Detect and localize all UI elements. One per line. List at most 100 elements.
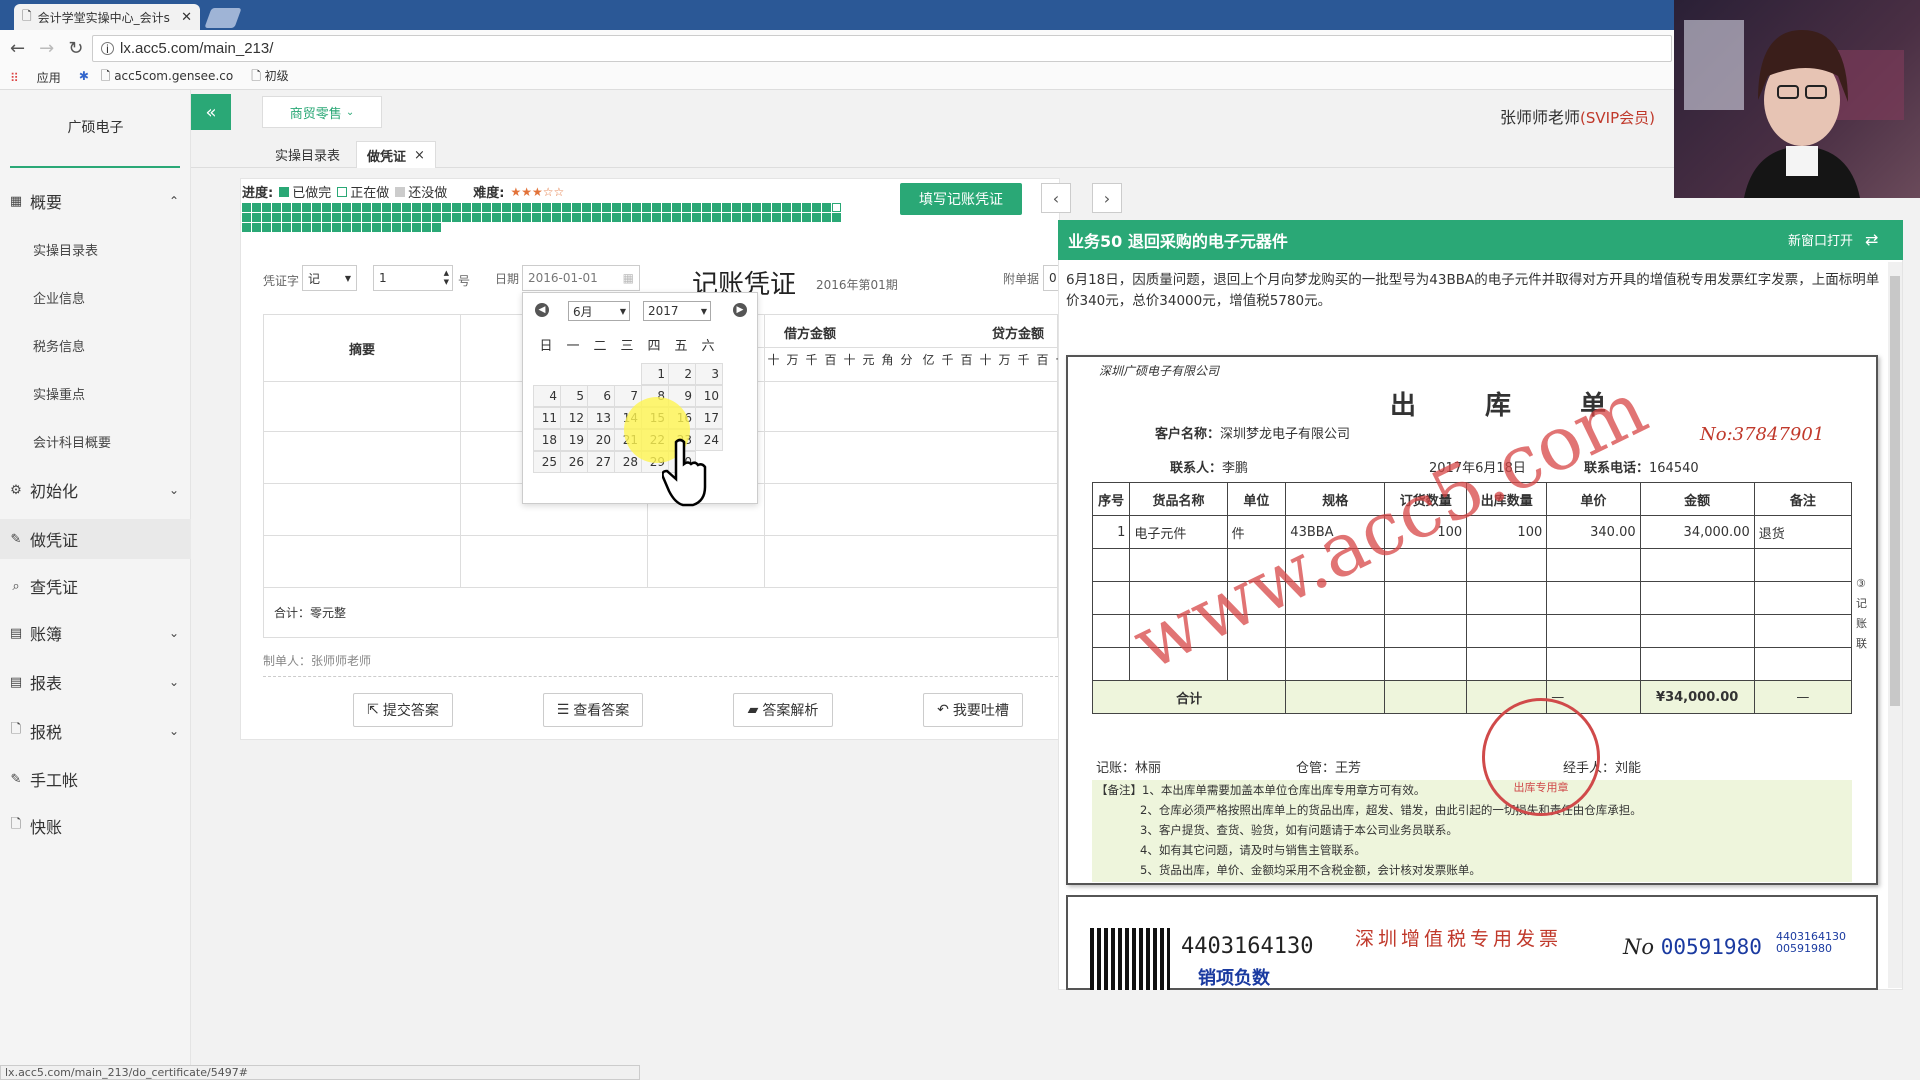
progress-cell[interactable] [322, 213, 331, 222]
back-icon[interactable]: ← [10, 38, 25, 59]
progress-cell[interactable] [832, 213, 841, 222]
sidebar-item-quick[interactable]: 🗋 快账 [0, 806, 191, 846]
progress-cell[interactable] [522, 213, 531, 222]
progress-cell[interactable] [322, 203, 331, 212]
progress-cell[interactable] [402, 213, 411, 222]
answer-analysis-button[interactable]: ▰ 答案解析 [733, 693, 833, 727]
progress-cell[interactable] [472, 203, 481, 212]
close-tab-icon[interactable]: ✕ [181, 10, 192, 25]
progress-cell[interactable] [432, 223, 441, 232]
progress-cell[interactable] [282, 213, 291, 222]
progress-cell[interactable] [512, 213, 521, 222]
progress-cell[interactable] [312, 213, 321, 222]
progress-cell[interactable] [632, 203, 641, 212]
progress-cell[interactable] [262, 223, 271, 232]
apps-icon[interactable]: ⠿ [10, 71, 19, 85]
progress-cell[interactable] [592, 203, 601, 212]
progress-cell[interactable] [622, 213, 631, 222]
sidebar-item-query-voucher[interactable]: ⌕ 查凭证 [0, 566, 191, 606]
date-picker[interactable]: ◀ 6月▼ 2017▼ ▶ 日一二三四五六1234567891011121314… [522, 292, 758, 504]
progress-cell[interactable] [722, 203, 731, 212]
calendar-day[interactable]: 11 [533, 407, 561, 429]
calendar-day[interactable]: 13 [587, 407, 615, 429]
progress-cell[interactable] [302, 203, 311, 212]
feedback-button[interactable]: ↶ 我要吐槽 [923, 693, 1023, 727]
calendar-day[interactable]: 17 [695, 407, 723, 429]
progress-cell[interactable] [252, 203, 261, 212]
progress-cell[interactable] [692, 213, 701, 222]
progress-cell[interactable] [552, 213, 561, 222]
progress-cell[interactable] [292, 213, 301, 222]
progress-cell[interactable] [482, 203, 491, 212]
progress-cell[interactable] [452, 203, 461, 212]
progress-cell[interactable] [302, 223, 311, 232]
calendar-day[interactable]: 6 [587, 385, 615, 407]
calendar-day[interactable]: 18 [533, 429, 561, 451]
progress-cell[interactable] [252, 223, 261, 232]
voucher-number-input[interactable]: 1 ▲ ▼ [373, 265, 453, 291]
progress-cell[interactable] [652, 213, 661, 222]
progress-cell[interactable] [282, 223, 291, 232]
next-task-button[interactable]: › [1092, 183, 1122, 213]
calendar-day[interactable]: 20 [587, 429, 615, 451]
progress-cell[interactable] [812, 213, 821, 222]
collapse-sidebar-button[interactable]: « [191, 94, 231, 130]
progress-cell[interactable] [282, 203, 291, 212]
prev-task-button[interactable]: ‹ [1041, 183, 1071, 213]
progress-cell[interactable] [332, 223, 341, 232]
close-tab-icon[interactable]: × [414, 148, 425, 163]
progress-cell[interactable] [352, 213, 361, 222]
progress-cell[interactable] [512, 203, 521, 212]
progress-cell[interactable] [662, 213, 671, 222]
sidebar-item-manual[interactable]: ✎ 手工帐 [0, 759, 191, 799]
progress-cell[interactable] [402, 203, 411, 212]
sidebar-sub-catalog[interactable]: 实操目录表 [33, 240, 98, 259]
progress-cell[interactable] [532, 203, 541, 212]
progress-cell[interactable] [802, 203, 811, 212]
progress-cell[interactable] [352, 203, 361, 212]
progress-cell[interactable] [352, 223, 361, 232]
progress-grid[interactable] [242, 203, 842, 241]
tab-make-voucher[interactable]: 做凭证 × [356, 141, 436, 168]
progress-cell[interactable] [752, 203, 761, 212]
progress-cell[interactable] [572, 213, 581, 222]
progress-cell[interactable] [582, 203, 591, 212]
progress-cell[interactable] [242, 213, 251, 222]
progress-cell[interactable] [392, 203, 401, 212]
voucher-word-select[interactable]: 记 ▼ [302, 265, 357, 291]
progress-cell[interactable] [332, 203, 341, 212]
progress-cell[interactable] [822, 203, 831, 212]
progress-cell[interactable] [762, 213, 771, 222]
progress-cell[interactable] [492, 213, 501, 222]
sidebar-item-tax[interactable]: 🗋 报税 ⌄ [0, 711, 191, 751]
progress-cell[interactable] [342, 203, 351, 212]
submit-answer-button[interactable]: ⇱ 提交答案 [353, 693, 453, 727]
progress-cell[interactable] [782, 213, 791, 222]
progress-cell[interactable] [682, 213, 691, 222]
prev-month-icon[interactable]: ◀ [535, 303, 549, 317]
progress-cell[interactable] [572, 203, 581, 212]
date-input[interactable]: 2016-01-01 ▦ [522, 265, 640, 291]
calendar-day[interactable]: 26 [560, 451, 588, 473]
progress-cell[interactable] [382, 203, 391, 212]
progress-cell[interactable] [372, 213, 381, 222]
progress-cell[interactable] [472, 213, 481, 222]
sidebar-sub-key-points[interactable]: 实操重点 [33, 384, 85, 403]
progress-cell[interactable] [602, 203, 611, 212]
progress-cell[interactable] [552, 203, 561, 212]
progress-cell[interactable] [362, 223, 371, 232]
progress-cell[interactable] [822, 213, 831, 222]
progress-cell[interactable] [812, 203, 821, 212]
progress-cell[interactable] [522, 203, 531, 212]
progress-cell[interactable] [832, 203, 841, 212]
sidebar-item-init[interactable]: ⚙ 初始化 ⌄ [0, 470, 191, 510]
browser-tab[interactable]: 🗋 会计学堂实操中心_会计s ✕ [14, 4, 200, 30]
progress-cell[interactable] [322, 223, 331, 232]
progress-cell[interactable] [272, 203, 281, 212]
progress-cell[interactable] [672, 213, 681, 222]
progress-cell[interactable] [732, 213, 741, 222]
progress-cell[interactable] [442, 213, 451, 222]
fill-voucher-button[interactable]: 填写记账凭证 [900, 183, 1022, 215]
progress-cell[interactable] [372, 203, 381, 212]
progress-cell[interactable] [432, 213, 441, 222]
